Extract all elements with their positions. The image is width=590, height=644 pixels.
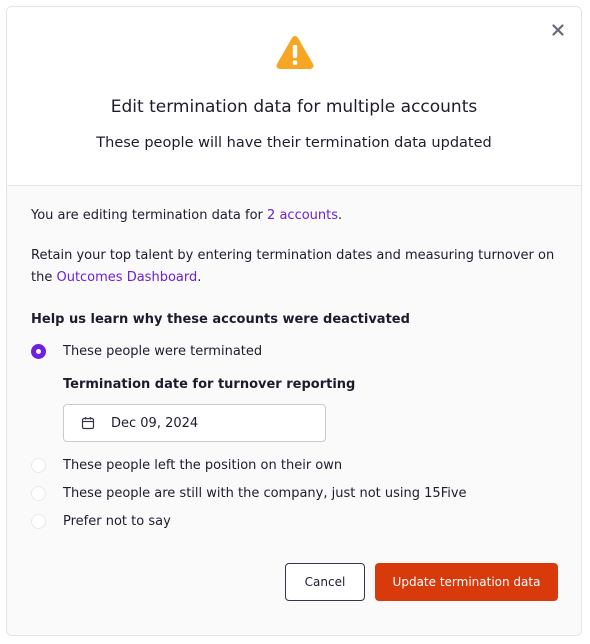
date-value: Dec 09, 2024 (111, 415, 199, 431)
close-button[interactable] (547, 19, 569, 41)
deactivation-question: Help us learn why these accounts were de… (31, 312, 410, 327)
retain-suffix: . (197, 270, 202, 285)
dialog-subtitle: These people will have their termination… (96, 135, 492, 151)
radio-label-terminated: These people were terminated (63, 343, 263, 359)
radio-left-own[interactable] (31, 457, 46, 473)
radio-terminated[interactable] (31, 343, 46, 359)
dialog-header: Edit termination data for multiple accou… (7, 7, 581, 186)
radio-option-terminated[interactable]: These people were terminated (31, 341, 262, 361)
radio-prefer-not[interactable] (31, 513, 46, 529)
radio-label-left-own: These people left the position on their … (63, 457, 343, 473)
update-termination-data-button[interactable]: Update termination data (375, 563, 558, 601)
radio-label-still-with-company: These people are still with the company,… (63, 485, 467, 501)
radio-still-with-company[interactable] (31, 485, 46, 501)
radio-label-prefer-not: Prefer not to say (63, 513, 171, 529)
radio-option-still-with-company[interactable]: These people are still with the company,… (31, 483, 467, 503)
editing-summary: You are editing termination data for 2 a… (31, 205, 342, 227)
outcomes-dashboard-link[interactable]: Outcomes Dashboard (56, 270, 197, 285)
radio-option-left-own[interactable]: These people left the position on their … (31, 455, 342, 475)
editing-suffix: . (338, 208, 343, 223)
close-icon (552, 24, 564, 36)
termination-date-input[interactable]: Dec 09, 2024 (63, 404, 326, 442)
editing-prefix: You are editing termination data for (31, 208, 268, 223)
termination-date-label: Termination date for turnover reporting (63, 377, 356, 392)
retain-description: Retain your top talent by entering termi… (31, 245, 561, 289)
accounts-link[interactable]: 2 accounts (267, 208, 338, 223)
radio-option-prefer-not[interactable]: Prefer not to say (31, 511, 171, 531)
warning-triangle-icon (276, 36, 314, 69)
dialog-title: Edit termination data for multiple accou… (110, 97, 478, 117)
termination-dialog: Edit termination data for multiple accou… (6, 6, 582, 636)
calendar-icon (81, 417, 95, 430)
cancel-button[interactable]: Cancel (285, 563, 365, 601)
